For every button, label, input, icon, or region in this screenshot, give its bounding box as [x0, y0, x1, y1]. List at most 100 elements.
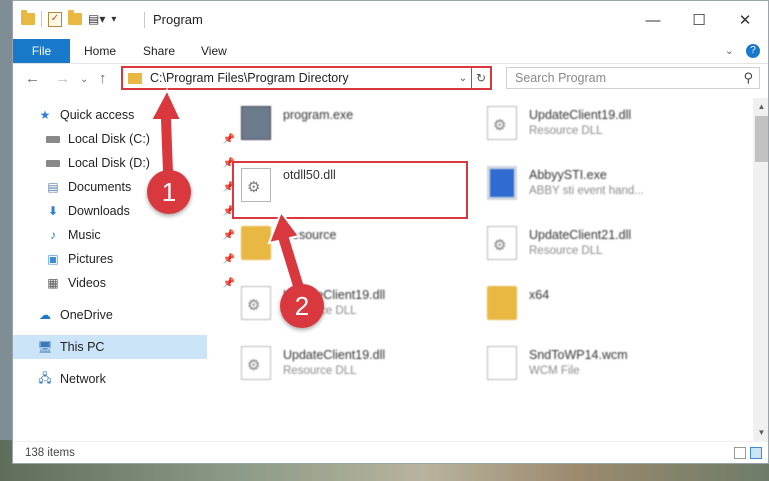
refresh-icon[interactable]: ↻ [471, 68, 490, 88]
tab-share[interactable]: Share [143, 44, 175, 58]
nav-local-disk-c[interactable]: Local Disk (C:) 📌 [13, 127, 239, 151]
folder-icon[interactable] [21, 10, 35, 25]
nav-label: Documents [68, 180, 132, 194]
window-title: Program [153, 12, 203, 27]
file-name: UpdateClient19.dll [283, 348, 386, 362]
file-item[interactable]: AbbyySTI.exe ABBY sti event hand... [479, 158, 714, 208]
file-item[interactable]: x64 [479, 278, 714, 328]
close-button[interactable]: ✕ [722, 1, 768, 39]
scroll-up-icon[interactable]: ▲ [753, 98, 768, 115]
navigation-pane: ★ Quick access Local Disk (C:) 📌 Local D… [13, 98, 235, 438]
file-type: Resource DLL [529, 125, 603, 137]
file-name: UpdateClient19.dll [529, 108, 632, 122]
drive-icon [45, 132, 61, 146]
properties-icon[interactable]: ✓ [48, 11, 62, 27]
tab-file[interactable]: File [13, 39, 70, 63]
music-icon: ♪ [50, 228, 56, 242]
search-placeholder: Search Program [515, 71, 607, 85]
nav-label: Videos [68, 276, 106, 290]
file-icon [487, 346, 517, 380]
minimize-button[interactable]: — [630, 1, 676, 39]
nav-downloads[interactable]: ⬇ Downloads 📌 [13, 199, 239, 223]
vertical-scrollbar[interactable]: ▲ ▼ [753, 98, 768, 441]
dll-icon [487, 106, 517, 140]
nav-local-disk-d[interactable]: Local Disk (D:) 📌 [13, 151, 239, 175]
customize-toolbar-icon[interactable]: ▾ [111, 14, 116, 25]
divider [41, 11, 42, 27]
file-name: program.exe [283, 108, 354, 122]
downloads-icon: ⬇ [47, 204, 59, 218]
address-row: ← → ⌄ ↑ C:\Program Files\Program Directo… [13, 64, 768, 94]
expand-ribbon-icon[interactable]: ⌄ [725, 44, 734, 58]
details-view-icon[interactable] [734, 447, 746, 459]
tab-home[interactable]: Home [84, 44, 116, 58]
back-arrow-icon[interactable]: ← [25, 70, 40, 87]
step-1-badge: 1 [147, 170, 191, 214]
ribbon-tabs: File Home Share View ⌄ ? [13, 39, 768, 64]
folder-icon [241, 226, 271, 260]
help-icon[interactable]: ? [746, 44, 760, 58]
nav-label: Local Disk (D:) [68, 156, 150, 170]
forward-arrow-icon[interactable]: → [55, 70, 70, 87]
file-item[interactable]: UpdateClient19.dll Resource DLL [233, 278, 468, 328]
title-bar: ✓ ▤▾ ▾ Program — ☐ ✕ [13, 1, 768, 39]
tiles-view-icon[interactable] [750, 447, 762, 459]
recent-locations-chevron-icon[interactable]: ⌄ [80, 74, 88, 85]
file-name: AbbyySTI.exe [529, 168, 607, 182]
dll-icon [241, 346, 271, 380]
file-item[interactable]: UpdateClient19.dll Resource DLL [233, 338, 468, 388]
search-icon[interactable]: ⚲ [743, 70, 753, 86]
status-bar: 138 items [13, 441, 768, 463]
step-2-badge: 2 [280, 284, 324, 328]
view-options-icon[interactable]: ▤▾ [88, 12, 105, 26]
explorer-window: ✓ ▤▾ ▾ Program — ☐ ✕ File Home Share Vie… [12, 0, 769, 464]
file-list: program.exe UpdateClient19.dll Resource … [209, 98, 739, 438]
search-input[interactable]: Search Program ⚲ [506, 67, 760, 89]
tab-view[interactable]: View [201, 44, 227, 58]
highlight-box [232, 161, 468, 219]
exe-icon [241, 106, 271, 140]
nav-label: Music [68, 228, 101, 242]
address-path[interactable]: C:\Program Files\Program Directory [150, 71, 455, 85]
nav-pictures[interactable]: ▣ Pictures 📌 [13, 247, 239, 271]
nav-label: Quick access [60, 108, 135, 122]
quick-access-toolbar: ✓ ▤▾ ▾ [21, 10, 116, 27]
scroll-thumb[interactable] [755, 116, 768, 162]
file-item[interactable]: UpdateClient19.dll Resource DLL [479, 98, 714, 148]
nav-this-pc[interactable]: 🖥 This PC [13, 335, 207, 359]
videos-icon: ▦ [47, 276, 59, 290]
nav-onedrive[interactable]: ☁ OneDrive [13, 303, 231, 327]
scroll-down-icon[interactable]: ▼ [753, 424, 768, 441]
file-item[interactable]: Resource [233, 218, 468, 268]
new-folder-icon[interactable] [68, 10, 82, 25]
nav-documents[interactable]: ▤ Documents 📌 [13, 175, 239, 199]
nav-network[interactable]: 🖧 Network [13, 367, 231, 391]
file-type: Resource DLL [283, 365, 357, 377]
nav-videos[interactable]: ▦ Videos 📌 [13, 271, 239, 295]
computer-icon: 🖥 [37, 340, 53, 354]
chevron-down-icon[interactable]: ⌄ [455, 73, 471, 84]
dll-icon [241, 286, 271, 320]
file-name: UpdateClient21.dll [529, 228, 632, 242]
folder-icon [128, 72, 142, 84]
file-type: ABBY sti event hand... [529, 185, 644, 197]
file-type: WCM File [529, 365, 580, 377]
drive-icon [45, 156, 61, 170]
nav-music[interactable]: ♪ Music 📌 [13, 223, 239, 247]
nav-label: Pictures [68, 252, 114, 266]
pictures-icon: ▣ [47, 252, 59, 266]
file-name: Resource [283, 228, 337, 242]
nav-label: Network [60, 372, 106, 386]
maximize-button[interactable]: ☐ [676, 1, 722, 39]
file-item[interactable]: SndToWP14.wcm WCM File [479, 338, 714, 388]
exe-icon [487, 166, 517, 200]
nav-quick-access[interactable]: ★ Quick access [13, 103, 231, 127]
divider [144, 12, 145, 28]
folder-icon [487, 286, 517, 320]
address-bar[interactable]: C:\Program Files\Program Directory ⌄ ↻ [121, 66, 492, 90]
up-arrow-icon[interactable]: ↑ [99, 70, 107, 87]
nav-label: This PC [60, 340, 105, 354]
file-item[interactable]: UpdateClient21.dll Resource DLL [479, 218, 714, 268]
file-item[interactable]: program.exe [233, 98, 468, 148]
file-type: Resource DLL [529, 245, 603, 257]
